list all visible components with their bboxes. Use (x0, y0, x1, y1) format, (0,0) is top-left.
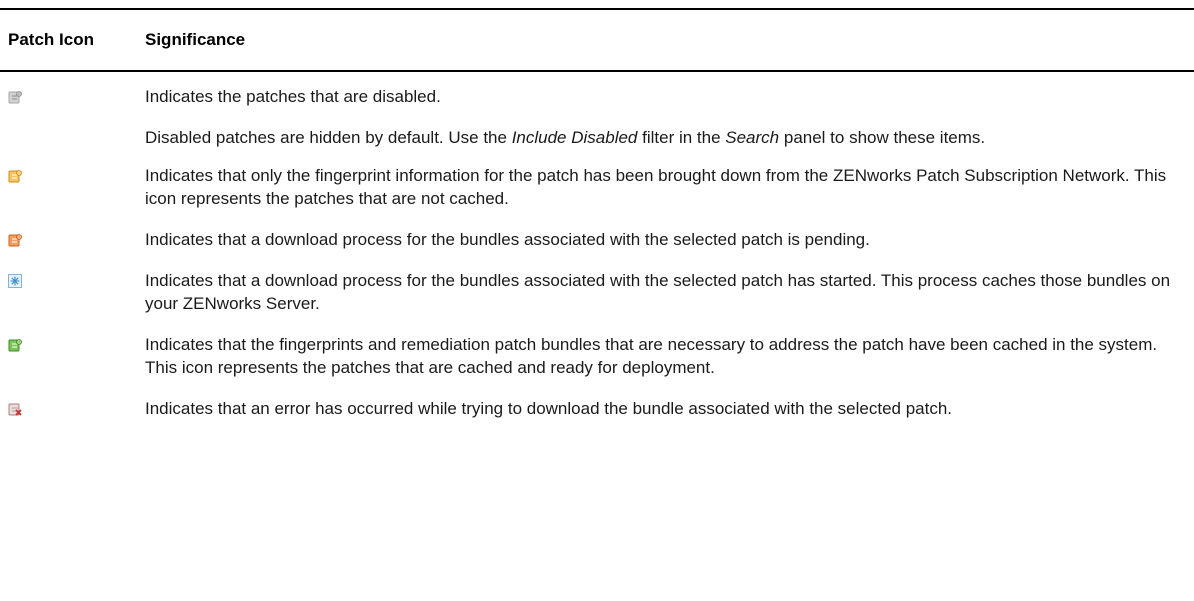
error-patch-icon (8, 403, 22, 416)
table-row: Indicates that an error has occurred whi… (0, 397, 1194, 420)
table-row: Indicates that a download process for th… (0, 269, 1194, 315)
row-text: Indicates the patches that are disabled. (145, 87, 441, 106)
table-row: Indicates that a download process for th… (0, 228, 1194, 251)
header-significance: Significance (145, 30, 246, 49)
row-text: Indicates that a download process for th… (145, 230, 870, 249)
cached-patch-icon (8, 339, 22, 352)
include-disabled-filter-ref: Include Disabled (511, 128, 638, 147)
table-row: Indicates that the fingerprints and reme… (0, 333, 1194, 379)
patch-icon-table: Patch Icon Significance Indicates the pa… (0, 8, 1194, 420)
table-row: Indicates the patches that are disabled.… (0, 85, 1194, 149)
disabled-patch-icon (8, 91, 22, 104)
row-note: Disabled patches are hidden by default. … (145, 128, 986, 147)
download-started-patch-icon (8, 274, 22, 288)
table-header-rule (0, 70, 1194, 72)
row-text: Indicates that only the fingerprint info… (145, 166, 1167, 208)
not-cached-patch-icon (8, 170, 22, 183)
header-patch-icon: Patch Icon (8, 30, 94, 49)
table-row: Indicates that only the fingerprint info… (0, 164, 1194, 210)
row-text: Indicates that the fingerprints and reme… (145, 335, 1158, 377)
download-pending-patch-icon (8, 234, 22, 247)
row-text: Indicates that a download process for th… (145, 271, 1171, 313)
table-header: Patch Icon Significance (0, 10, 1194, 70)
search-panel-ref: Search (725, 128, 780, 147)
row-text: Indicates that an error has occurred whi… (145, 399, 953, 418)
